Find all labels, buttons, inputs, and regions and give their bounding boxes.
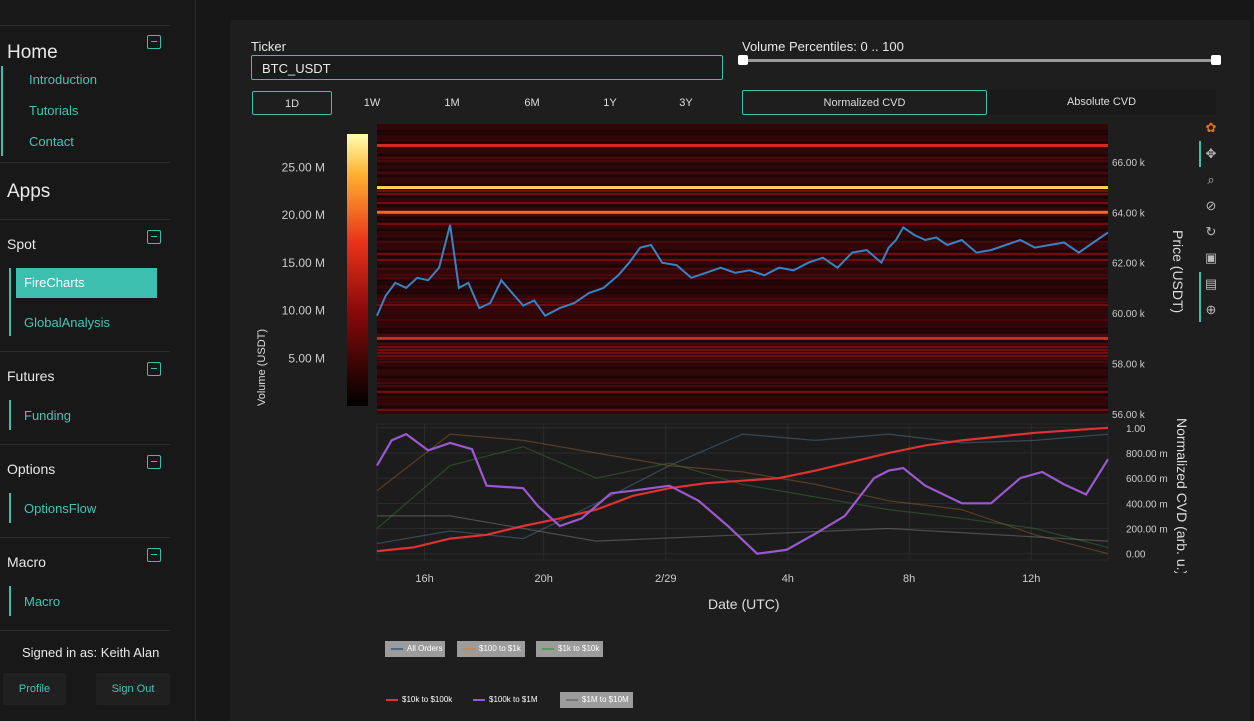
legend-1k-10k[interactable]: $1k to $10k [536, 641, 603, 657]
timeframe-1m-button[interactable]: 1M [412, 91, 492, 115]
ticker-label: Ticker [251, 39, 286, 54]
nav-macro[interactable]: Macro [24, 594, 60, 609]
divider [0, 162, 170, 163]
main-panel [230, 20, 1250, 721]
divider [0, 444, 170, 445]
nav-indicator [9, 493, 11, 523]
collapse-spot-button[interactable] [147, 230, 161, 244]
legend-100k-1m[interactable]: $100k to $1M [467, 692, 549, 708]
sign-out-button[interactable]: Sign Out [96, 673, 170, 705]
absolute-cvd-button[interactable]: Absolute CVD [987, 90, 1216, 115]
section-title-options: Options [7, 461, 56, 477]
zoom-icon[interactable]: ⌕ [1203, 172, 1219, 188]
x-axis-label: Date (UTC) [708, 596, 780, 612]
nav-globalanalysis[interactable]: GlobalAnalysis [24, 315, 110, 330]
percentile-slider-max-handle[interactable] [1211, 55, 1221, 65]
timeframe-1d-button[interactable]: 1D [252, 91, 332, 115]
nav-tutorials[interactable]: Tutorials [29, 103, 78, 118]
collapse-macro-button[interactable] [147, 548, 161, 562]
nav-contact[interactable]: Contact [29, 134, 74, 149]
nav-indicator [9, 268, 11, 336]
timeframe-1y-button[interactable]: 1Y [572, 91, 648, 115]
nav-indicator [1, 66, 3, 156]
legend-100-1k[interactable]: $100 to $1k [457, 641, 525, 657]
section-title-home: Home [7, 42, 58, 63]
reset-axes-icon[interactable]: ↻ [1203, 224, 1219, 240]
collapse-options-button[interactable] [147, 455, 161, 469]
legend-all-orders[interactable]: All Orders [385, 641, 445, 657]
legend-1m-10m[interactable]: $1M to $10M [560, 692, 633, 708]
colorbar-label: Volume (USDT) [256, 329, 268, 406]
timeframe-1w-button[interactable]: 1W [332, 91, 412, 115]
signed-in-text: Signed in as: Keith Alan [22, 645, 160, 660]
nav-introduction[interactable]: Introduction [29, 72, 97, 87]
normalized-cvd-button[interactable]: Normalized CVD [742, 90, 987, 115]
legend-10k-100k[interactable]: $10k to $100k [380, 692, 462, 708]
section-title-spot: Spot [7, 236, 36, 252]
collapse-home-button[interactable] [147, 35, 161, 49]
percentile-slider-track[interactable] [742, 59, 1218, 62]
legend-label: $1k to $10k [558, 644, 600, 653]
collapse-futures-button[interactable] [147, 362, 161, 376]
download-icon[interactable]: ▣ [1203, 250, 1219, 266]
section-title-futures: Futures [7, 368, 55, 384]
ticker-input[interactable]: BTC_USDT [251, 55, 723, 80]
divider [0, 537, 170, 538]
nav-firecharts[interactable]: FireCharts [16, 268, 157, 298]
profile-button[interactable]: Profile [3, 673, 66, 705]
divider [0, 219, 170, 220]
nav-indicator [9, 586, 11, 616]
hover-compare-icon[interactable]: ▤ [1203, 276, 1219, 292]
timeframe-6m-button[interactable]: 6M [492, 91, 572, 115]
timeframe-3y-button[interactable]: 3Y [648, 91, 724, 115]
legend-label: $1M to $10M [582, 695, 629, 704]
legend-label: $10k to $100k [402, 695, 453, 704]
volume-percentiles-label: Volume Percentiles: 0 .. 100 [742, 39, 904, 54]
nav-funding[interactable]: Funding [24, 408, 71, 423]
crosshair-icon[interactable]: ⊕ [1203, 302, 1219, 318]
sidebar: Home Introduction Tutorials Contact Apps… [0, 0, 196, 721]
cvd-axis-label: Normalized CVD (arb. u.) [1174, 418, 1190, 573]
legend-label: All Orders [407, 644, 443, 653]
nav-indicator [9, 400, 11, 430]
divider [0, 351, 170, 352]
divider [0, 25, 170, 26]
percentile-slider-min-handle[interactable] [738, 55, 748, 65]
plotly-logo-icon[interactable]: ✿ [1203, 120, 1219, 136]
divider [0, 630, 170, 631]
section-title-macro: Macro [7, 554, 46, 570]
nav-optionsflow[interactable]: OptionsFlow [24, 501, 96, 516]
pan-icon[interactable]: ✥ [1203, 146, 1219, 162]
autoscale-icon[interactable]: ⊘ [1203, 198, 1219, 214]
modebar-active-indicator [1199, 141, 1201, 167]
section-title-apps: Apps [7, 181, 51, 202]
legend-label: $100k to $1M [489, 695, 538, 704]
price-axis-label: Price (USDT) [1170, 230, 1186, 314]
modebar-active-indicator [1199, 272, 1201, 322]
legend-label: $100 to $1k [479, 644, 521, 653]
